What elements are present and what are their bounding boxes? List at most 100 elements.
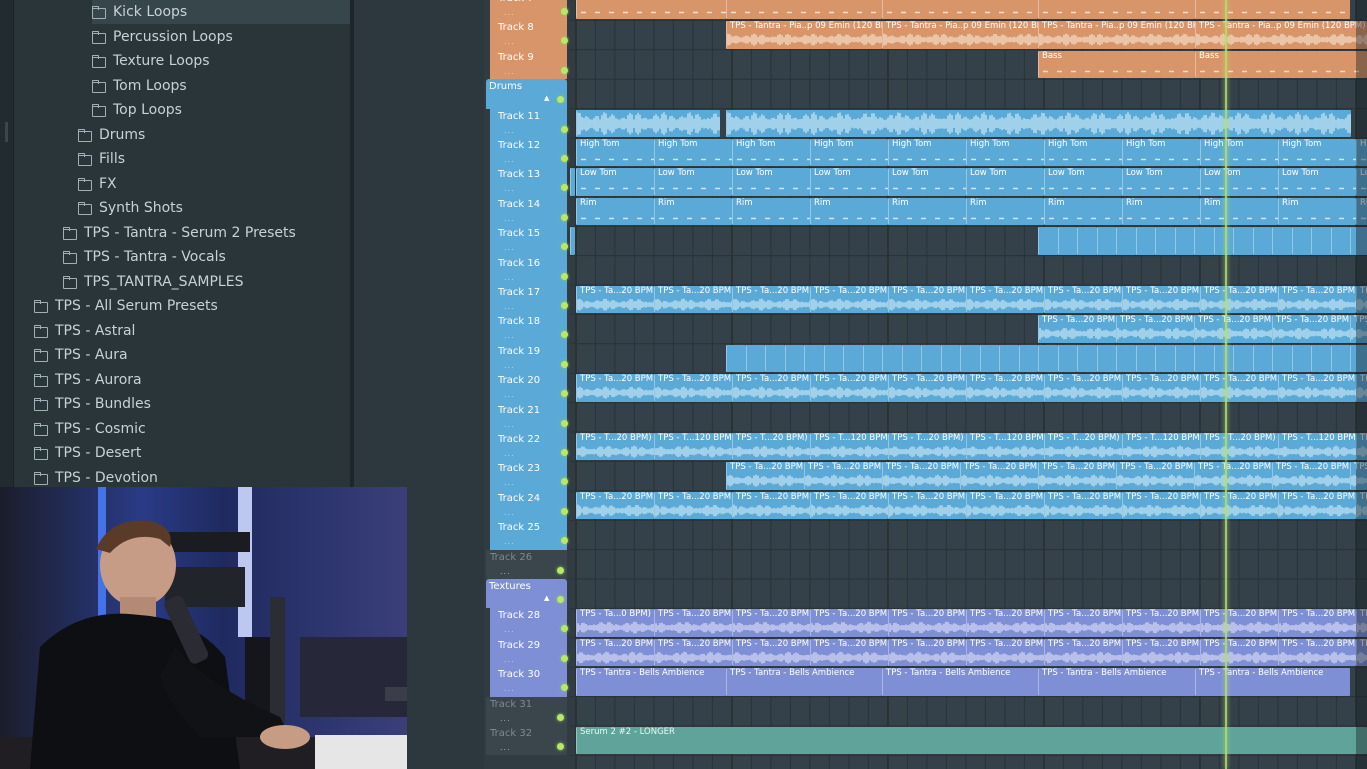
track-mute-led[interactable] — [561, 155, 568, 162]
track-group-header[interactable]: Textures ▲ — [486, 579, 567, 609]
playlist-clip[interactable]: TPS - Tantra - Bells Ambience — [576, 668, 726, 696]
collapse-arrow-icon[interactable]: ▲ — [544, 94, 549, 102]
file-browser[interactable]: Kick Loops Percussion Loops Texture Loops T… — [0, 0, 350, 487]
playlist-clip[interactable]: Bass — [1038, 50, 1195, 79]
playlist-clip[interactable] — [784, 344, 804, 373]
browser-folder-item[interactable]: FX — [78, 172, 117, 196]
playlist-clip[interactable]: TPS - Ta...20 BPM) — [1272, 462, 1350, 490]
playlist-clip[interactable] — [1174, 227, 1194, 255]
track-header[interactable]: Track 12... — [490, 138, 568, 168]
playlist-clip[interactable]: Low Tom — [654, 168, 732, 196]
track-header[interactable]: Track 15... — [490, 226, 568, 256]
playlist-clip[interactable]: TPS - Ta...20 BPM) — [654, 374, 732, 402]
playlist-clip[interactable]: TPS - Tantra - Pia..p 09 Emin (120 BPM) — [1038, 21, 1195, 49]
track-menu-dots-icon[interactable]: ... — [504, 625, 515, 634]
playlist-clip[interactable]: TPS - Ta...20 BPM) — [810, 609, 888, 637]
playlist-clip[interactable]: TPS - Tantra - Bells Ambience — [1195, 668, 1350, 696]
browser-folder-item[interactable]: TPS - Aura — [34, 343, 128, 367]
browser-folder-item[interactable]: Percussion Loops — [92, 25, 233, 49]
browser-folder-item[interactable]: TPS - Aurora — [34, 368, 142, 392]
playlist-clip[interactable]: TPS - Ta...20 BPM) — [732, 609, 810, 637]
playlist-clip[interactable]: TPS - T...20 BPM) — [732, 433, 810, 461]
playlist-clip[interactable]: TPS - Ta...20 BPM) — [654, 286, 732, 314]
playlist-clip[interactable]: Low Tom — [810, 168, 888, 196]
track-mute-led[interactable] — [561, 478, 568, 486]
playlist-clip[interactable] — [1018, 344, 1038, 373]
track-menu-dots-icon[interactable]: ... — [500, 714, 511, 723]
track-header[interactable]: Track 18... — [490, 314, 568, 344]
playlist-clip[interactable]: Rim — [576, 197, 654, 226]
track-mute-led[interactable] — [561, 8, 568, 15]
playlist-clip[interactable]: Sustained lead — [726, 0, 882, 20]
playlist-clip[interactable]: TPS - Ta...20 BPM) — [810, 374, 888, 402]
playlist-clip[interactable]: Sustained lead — [1195, 0, 1350, 20]
track-menu-dots-icon[interactable]: ... — [504, 361, 515, 370]
track-mute-led[interactable] — [561, 331, 568, 339]
playlist-clip[interactable] — [745, 344, 765, 373]
playlist-clip[interactable]: High Tom — [732, 139, 810, 167]
track-menu-dots-icon[interactable]: ... — [504, 37, 515, 46]
playlist-clip[interactable]: TPS - Ta...20 BPM) — [732, 491, 810, 520]
playlist-clip[interactable]: Rim — [1200, 197, 1278, 226]
playlist-clip[interactable]: High Tom — [888, 139, 966, 167]
playlist-clip[interactable]: TPS - Ta...20 BPM) — [1044, 491, 1122, 520]
track-header[interactable]: Track 21... — [490, 402, 568, 432]
playlist-clip[interactable] — [1194, 344, 1214, 373]
playlist-clip[interactable]: TPS - T...120 BPM) — [966, 433, 1044, 461]
track-header[interactable]: Track 20... — [490, 373, 568, 403]
playlist-clip[interactable]: Bass — [1195, 50, 1367, 79]
track-menu-dots-icon[interactable]: ... — [504, 8, 515, 17]
playlist-clip[interactable] — [999, 344, 1019, 373]
track-menu-dots-icon[interactable]: ... — [504, 684, 515, 693]
track-mute-led[interactable] — [561, 507, 568, 515]
playlist-clip[interactable]: Low Tom — [1122, 168, 1200, 196]
browser-folder-item[interactable]: Tom Loops — [92, 74, 187, 98]
track-menu-dots-icon[interactable]: ... — [500, 743, 511, 752]
track-header[interactable]: Track 32... — [486, 726, 567, 756]
playlist-clip[interactable] — [1116, 344, 1136, 373]
playlist-clip[interactable] — [1038, 344, 1058, 373]
track-header[interactable]: Track 25... — [490, 520, 568, 550]
playlist-clip[interactable]: TPS - Ta...20 BPM) — [960, 462, 1038, 490]
playlist-clip[interactable]: TPS - Tantra - Pia..p 09 Emin (120 BPM) — [882, 21, 1038, 49]
track-mute-led[interactable] — [561, 449, 568, 456]
track-menu-dots-icon[interactable]: ... — [504, 67, 515, 76]
playlist-clip[interactable]: TPS - Ta...20 BPM) — [1038, 462, 1116, 490]
track-mute-led[interactable] — [561, 302, 568, 309]
track-menu-dots-icon[interactable]: ... — [504, 155, 515, 164]
playlist-clip[interactable]: TPS - Ta...20 BPM) — [810, 286, 888, 314]
playlist-area[interactable]: Sustained leadSustained leadSustained le… — [570, 0, 1367, 769]
playlist-clip[interactable] — [882, 344, 902, 373]
playlist-clip[interactable] — [1272, 227, 1292, 255]
playlist-clip[interactable]: TPS - Tantra - Pia..p 09 Emin (120 BPM) — [726, 21, 882, 49]
playlist-clip[interactable]: Sustained lead — [882, 0, 1038, 20]
track-mute-led[interactable] — [561, 243, 568, 251]
playlist-clip[interactable] — [862, 344, 882, 373]
track-menu-dots-icon[interactable]: ... — [504, 537, 515, 546]
playlist-clip[interactable] — [765, 344, 785, 373]
playlist-clip[interactable]: TPS - Ta...20 BPM) — [654, 638, 732, 667]
track-group-header[interactable]: Drums ▲ — [486, 79, 567, 109]
playlist-clip[interactable]: TPS - Ta...20 BPM) — [1200, 638, 1278, 667]
playlist-clip[interactable]: TPS - Ta...20 BPM) — [1038, 315, 1116, 343]
playlist-clip[interactable]: TPS - Ta...20 BPM) — [888, 374, 966, 402]
browser-folder-item[interactable]: Texture Loops — [92, 49, 210, 73]
playlist-clip[interactable]: High Tom — [1278, 139, 1356, 167]
track-menu-dots-icon[interactable]: ... — [504, 184, 515, 193]
playlist-clip[interactable]: TPS - Ta...20 BPM) — [1122, 374, 1200, 402]
browser-folder-item[interactable]: TPS - Desert — [34, 441, 141, 465]
track-header[interactable]: Track 17... — [490, 285, 568, 315]
track-header[interactable]: Track 7... — [490, 0, 568, 21]
playlist-clip[interactable] — [804, 344, 824, 373]
playlist-clip[interactable] — [1330, 227, 1350, 255]
track-header[interactable]: Track 23... — [490, 461, 568, 491]
playlist-clip[interactable]: TPS - Ta...20 BPM) — [654, 609, 732, 637]
playlist-clip[interactable]: TPS - Ta...20 BPM) — [654, 491, 732, 520]
track-header[interactable]: Track 19... — [490, 343, 568, 374]
playlist-clip[interactable] — [940, 344, 960, 373]
track-mute-led[interactable] — [561, 390, 568, 398]
playlist-clip[interactable] — [1096, 344, 1116, 373]
playlist-clip[interactable] — [1311, 344, 1331, 373]
playlist-clip[interactable] — [1194, 227, 1214, 255]
playlist-clip[interactable] — [1252, 344, 1272, 373]
